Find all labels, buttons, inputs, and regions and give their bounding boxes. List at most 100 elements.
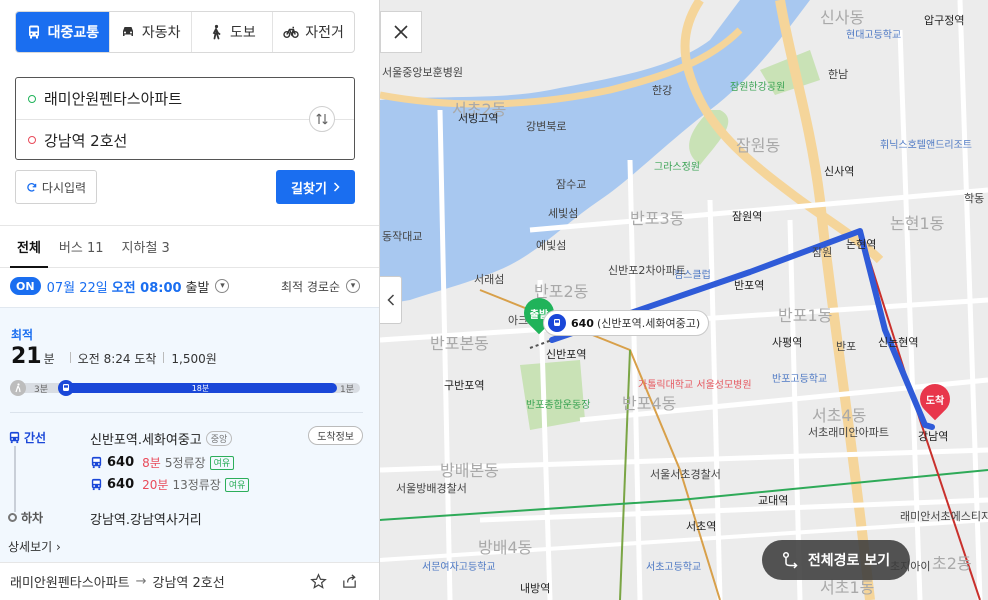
- map-place-label: 서문여자고등학교: [422, 562, 496, 573]
- map-station-label[interactable]: 구반포역: [444, 377, 484, 393]
- bus-icon: [548, 314, 566, 332]
- star-icon[interactable]: [310, 573, 327, 590]
- route-result-card[interactable]: 최적 21 분 오전 8:24 도착 1,500원 3분 18분 1분 간선 신…: [0, 307, 379, 562]
- map-canvas[interactable]: [380, 0, 988, 600]
- bus-arrival-minutes: 20분: [142, 478, 169, 492]
- departure-time[interactable]: 오전 08:00: [112, 277, 182, 296]
- map-station-label[interactable]: 신논현역: [878, 334, 918, 350]
- map-station-label[interactable]: 강남역: [918, 428, 948, 444]
- mode-walk[interactable]: 도보: [190, 12, 273, 52]
- mode-car[interactable]: 자동차: [108, 12, 191, 52]
- tab-all[interactable]: 전체: [8, 226, 50, 268]
- share-icon[interactable]: [341, 573, 358, 590]
- timeline-walk-start: 3분: [34, 385, 49, 395]
- arrival-info-button[interactable]: 도착정보: [308, 426, 363, 445]
- full-route-button[interactable]: 전체경로 보기: [762, 540, 910, 580]
- chevron-right-icon: ›: [56, 540, 61, 554]
- alight-label: 하차: [21, 511, 44, 525]
- board-stop[interactable]: 신반포역.세화여중고 중앙: [90, 429, 233, 448]
- bus-stop-bubble[interactable]: 640 (신반포역.세화여중고): [543, 310, 710, 336]
- close-panel-button[interactable]: [380, 11, 422, 53]
- map-place-label: 동작대교: [382, 230, 423, 243]
- map-place-label: 가톨릭대학교 서울성모병원: [638, 380, 752, 391]
- tab-bus[interactable]: 버스 11: [50, 226, 113, 267]
- map-label-district: 신사동: [820, 8, 865, 27]
- departure-on-badge[interactable]: ON: [10, 277, 41, 295]
- map-label-district: 잠원동: [736, 136, 781, 155]
- map-station-label[interactable]: 서빙고역: [458, 110, 498, 126]
- swap-button[interactable]: [309, 106, 335, 132]
- map-station-label[interactable]: 신사역: [824, 163, 854, 179]
- mode-transit[interactable]: 대중교통: [16, 12, 109, 52]
- board-stop-name: 신반포역.세화여중고: [90, 433, 202, 448]
- map-station-label[interactable]: 내방역: [520, 580, 550, 596]
- map-station-label[interactable]: 교대역: [758, 492, 788, 508]
- alight-stop[interactable]: 강남역.강남역사거리: [90, 509, 202, 528]
- timeline-bus-segment: 18분: [64, 383, 337, 393]
- origin-field[interactable]: 래미안원펜타스아파트: [16, 78, 354, 119]
- map-place-label: 서울서초경찰서: [650, 468, 721, 481]
- map-view[interactable]: 서초2동 반포3동 잠원동 반포2동 반포본동 반포1동 반포4동 방배본동 방…: [380, 0, 988, 600]
- board-step: 간선: [8, 429, 46, 446]
- map-place-label: 잠원: [812, 246, 833, 259]
- footer-actions: [310, 573, 358, 590]
- footer-destination: 강남역 2호선: [152, 576, 225, 591]
- map-label-district: 방배본동: [440, 461, 499, 480]
- map-station-label[interactable]: 잠원역: [732, 208, 762, 224]
- map-place-label: 서울중앙보훈병원: [382, 66, 463, 79]
- arrival-time: 오전 8:24 도착: [77, 352, 157, 366]
- map-place-label: 예빛섬: [536, 239, 567, 252]
- result-tabs: 전체 버스 11 지하철 3: [0, 226, 379, 268]
- reset-button[interactable]: 다시입력: [15, 170, 97, 204]
- bus-arrival-minutes: 8분: [142, 456, 161, 470]
- alight-step: 하차: [8, 509, 43, 526]
- map-place-label: 반포종합운동장: [526, 400, 591, 411]
- map-station-label[interactable]: 사평역: [772, 334, 802, 350]
- chevron-down-icon[interactable]: ▾: [215, 279, 230, 293]
- refresh-icon: [27, 182, 37, 192]
- crowd-status-badge: 여유: [224, 477, 250, 492]
- route-summary: 21 분 오전 8:24 도착 1,500원: [11, 344, 217, 369]
- collapse-panel-button[interactable]: [380, 276, 402, 324]
- map-place-label: 한남: [828, 68, 849, 81]
- close-icon: [394, 25, 408, 39]
- map-station-label[interactable]: 압구정역: [924, 12, 964, 28]
- summary-separator: [163, 352, 165, 363]
- map-label-district: 반포4동: [622, 394, 677, 413]
- sort-chevron-down-icon: ▾: [346, 279, 360, 293]
- destination-field[interactable]: 강남역 2호선: [16, 119, 354, 160]
- map-station-label[interactable]: 신반포역: [546, 346, 586, 362]
- walk-icon: [10, 380, 26, 396]
- mode-bicycle[interactable]: 자전거: [272, 12, 354, 52]
- search-route-button[interactable]: 길찾기: [276, 170, 355, 204]
- footer-arrow: →: [135, 574, 147, 589]
- route-icon: [782, 551, 798, 569]
- end-pin-label: 도착: [925, 396, 945, 407]
- map-label-district: 반포1동: [778, 306, 833, 325]
- map-label-district: 서초4동: [812, 406, 867, 425]
- bus-number: 640: [107, 455, 135, 470]
- summary-separator: [69, 352, 71, 363]
- fare: 1,500원: [171, 352, 217, 366]
- map-station-label[interactable]: 논현역: [846, 236, 876, 252]
- map-place-label: 래미안서초에스티지S아파트: [900, 510, 988, 523]
- sort-select[interactable]: 최적 경로순 ▾: [281, 278, 360, 295]
- map-place-label: 서래섬: [474, 273, 505, 286]
- best-route-label: 최적: [11, 328, 34, 342]
- route-step-line: [14, 446, 16, 512]
- bus-arrival-row[interactable]: 640 20분 13정류장 여유: [90, 476, 250, 493]
- crowd-status-badge: 여유: [209, 455, 235, 470]
- departure-date[interactable]: 07월 22일: [47, 277, 108, 296]
- origin-dot-icon: [28, 94, 36, 103]
- end-pin[interactable]: 도착: [913, 377, 957, 422]
- map-station-label[interactable]: 서초역: [686, 518, 716, 534]
- mode-walk-label: 도보: [230, 25, 256, 41]
- tab-subway[interactable]: 지하철 3: [113, 226, 179, 267]
- minutes-unit: 분: [43, 352, 55, 366]
- swap-arrows-icon: [316, 113, 328, 125]
- bus-icon: [28, 25, 39, 39]
- bus-icon: [58, 380, 74, 396]
- detail-link[interactable]: 상세보기 ›: [8, 538, 61, 555]
- bus-arrival-row[interactable]: 640 8분 5정류장 여유: [90, 454, 235, 471]
- map-station-label[interactable]: 반포역: [734, 277, 764, 293]
